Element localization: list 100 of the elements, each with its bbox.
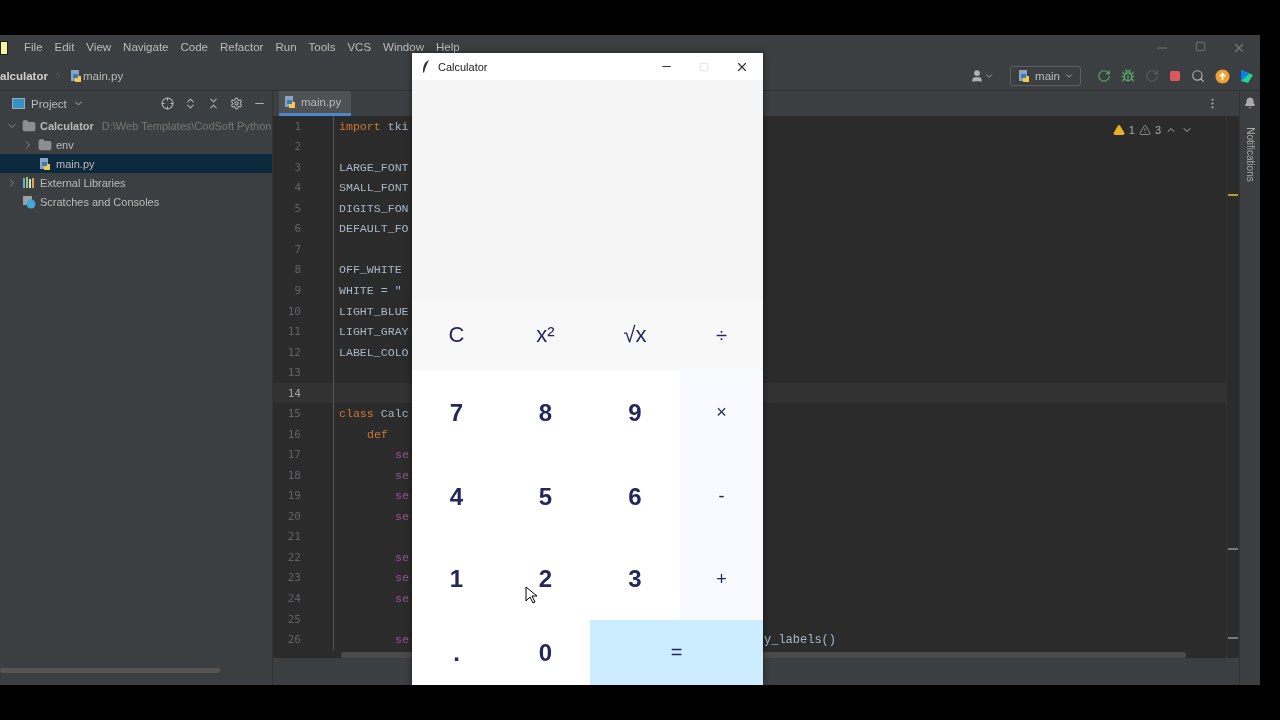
python-file-icon [38, 156, 52, 171]
calculator-key[interactable]: √x [590, 300, 680, 370]
collapse-all-icon[interactable] [207, 97, 220, 110]
tree-item[interactable]: Scratches and Consoles [0, 192, 272, 211]
weak-warning-icon[interactable] [1138, 124, 1151, 136]
calculator-key[interactable]: + [680, 538, 763, 620]
window-title: Calculator [438, 60, 488, 73]
calculator-key[interactable]: × [680, 370, 763, 455]
tree-item-label: Scratches and Consoles [40, 195, 160, 208]
menu-item[interactable]: Refactor [219, 41, 264, 53]
line-number: 7 [293, 242, 301, 256]
code-line: import tki [339, 119, 409, 133]
code-line: DIGITS_FON [339, 201, 409, 215]
tree-item[interactable]: main.py [0, 154, 272, 173]
line-number: 24 [286, 592, 301, 605]
bug-icon[interactable] [1121, 69, 1135, 83]
line-number: 2 [293, 140, 301, 154]
locate-icon[interactable] [161, 97, 174, 110]
line-number: 13 [286, 366, 301, 380]
breadcrumb-item[interactable]: main.py [82, 70, 124, 82]
calculator-key[interactable]: - [680, 455, 763, 538]
tree-item-label: main.py [56, 157, 95, 170]
code-line: se [395, 468, 409, 482]
menu-item[interactable]: Run [275, 41, 297, 53]
menu-item[interactable]: Navigate [123, 41, 169, 53]
line-number: 14 [286, 386, 301, 400]
calculator-key[interactable]: ÷ [680, 300, 763, 370]
line-number: 3 [293, 160, 301, 174]
tree-item[interactable]: External Libraries [0, 173, 272, 192]
tree-item-label: env [56, 138, 74, 151]
code-line: se [395, 633, 409, 647]
warning-icon[interactable] [1112, 124, 1125, 136]
ide-logo-icon[interactable] [1240, 68, 1254, 84]
code-line: se [395, 571, 409, 585]
folder-icon [22, 118, 36, 133]
folder-icon [38, 137, 52, 152]
line-number: 16 [286, 427, 301, 441]
menu-item[interactable]: VCS [347, 41, 372, 53]
rerun-icon[interactable] [1097, 69, 1111, 83]
mouse-pointer-icon [525, 586, 537, 604]
editor-tab[interactable]: main.py [279, 91, 352, 116]
weak-warning-count: 3 [1154, 124, 1161, 136]
line-number: 6 [293, 222, 301, 236]
calculator-key[interactable]: x² [501, 300, 590, 370]
tree-item-label: External Libraries [40, 176, 126, 189]
code-line: y_labels() [764, 632, 836, 647]
code-line: WHITE = " [339, 284, 402, 297]
stop-icon[interactable] [1169, 70, 1181, 82]
menu-item[interactable]: Help [435, 41, 460, 53]
breadcrumb-item[interactable]: alculator [0, 70, 48, 82]
warning-count: 1 [1128, 124, 1135, 136]
line-number: 11 [286, 325, 301, 339]
line-number: 15 [286, 407, 301, 421]
feather-icon [422, 60, 430, 73]
code-line: SMALL_FONT [339, 181, 409, 195]
bell-icon[interactable] [1244, 97, 1256, 109]
scrollbar[interactable] [0, 668, 220, 673]
python-file-icon [68, 69, 83, 83]
code-line: OFF_WHITE [339, 263, 402, 277]
app-logo-icon [0, 41, 8, 55]
expand-all-icon[interactable] [184, 97, 197, 110]
code-line: LIGHT_BLUE [339, 304, 409, 318]
calculator-key[interactable]: C [412, 300, 501, 370]
line-number: 19 [286, 489, 301, 503]
menu-item[interactable]: Tools [308, 41, 336, 53]
code-line: LIGHT_GRAY [339, 325, 409, 339]
line-number: 17 [286, 448, 301, 462]
update-icon[interactable] [1215, 68, 1230, 84]
line-number: 9 [293, 284, 301, 297]
run-config-selector[interactable]: main [1010, 66, 1081, 86]
code-line: def [367, 427, 388, 441]
menu-item[interactable]: Code [180, 41, 208, 53]
menu-item[interactable]: View [86, 41, 112, 53]
line-number: 10 [286, 304, 301, 318]
line-number: 26 [286, 633, 301, 647]
menu-item[interactable]: Edit [54, 41, 75, 53]
tree-item[interactable]: env [0, 135, 272, 154]
user-icon[interactable] [970, 69, 995, 83]
settings-icon[interactable] [230, 97, 243, 110]
project-path: D:\Web Templates\CodSoft Python [101, 119, 272, 132]
menu-item[interactable]: Window [383, 41, 424, 53]
python-file-icon [283, 95, 297, 109]
line-number: 20 [286, 509, 301, 523]
tree-item[interactable]: Calculator D:\Web Templates\CodSoft Python [0, 116, 272, 135]
caret-icon [1064, 71, 1074, 81]
line-number: 4 [293, 181, 301, 195]
code-line: se [395, 592, 409, 605]
search-icon[interactable] [1191, 69, 1205, 83]
project-view-selector[interactable]: Project [12, 97, 84, 110]
menu-item[interactable]: File [24, 41, 43, 53]
calculator-key[interactable]: = [590, 620, 763, 685]
library-icon [22, 176, 36, 189]
maximize-icon [699, 61, 709, 72]
scratch-icon [22, 194, 36, 209]
calculator-key[interactable]: . [412, 620, 501, 685]
line-number: 21 [286, 530, 301, 544]
notifications-tab[interactable]: Notifications [1244, 127, 1256, 182]
line-number: 1 [293, 119, 301, 133]
code-line: se [395, 550, 409, 564]
line-number: 5 [293, 201, 301, 215]
